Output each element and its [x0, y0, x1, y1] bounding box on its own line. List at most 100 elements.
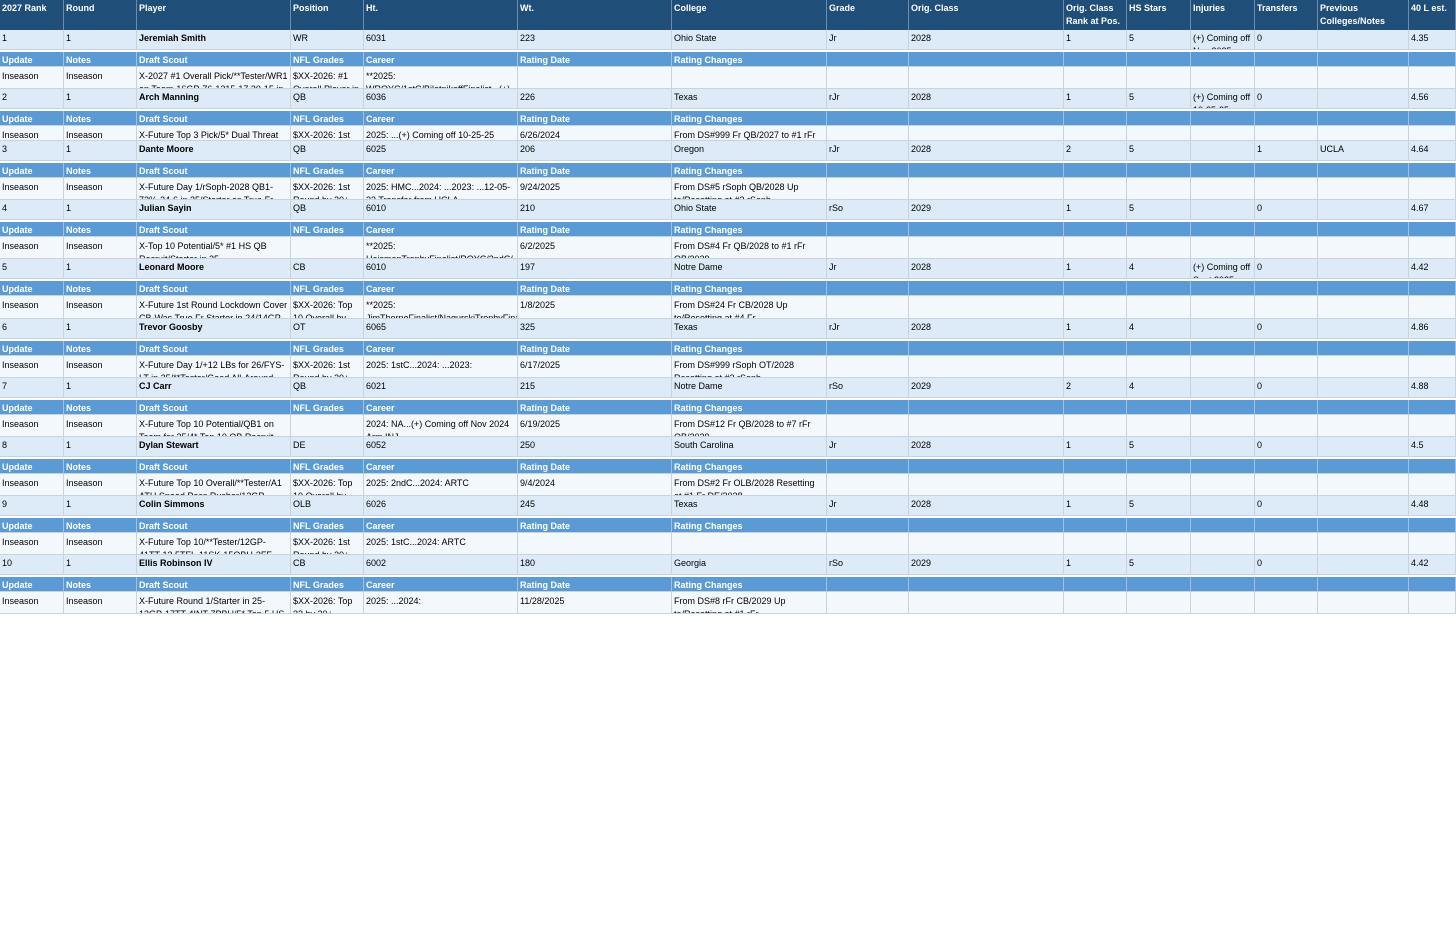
cell-empty[interactable] — [1127, 126, 1191, 141]
subheader-rating-date[interactable]: Rating Date — [518, 52, 672, 67]
cell-career[interactable]: 2025: ...2024: — [364, 592, 518, 614]
cell-transfers[interactable]: 0 — [1255, 200, 1318, 220]
header-weight[interactable]: Wt. — [518, 0, 672, 30]
cell-empty[interactable] — [827, 296, 909, 319]
subheader-empty[interactable] — [1191, 518, 1255, 533]
subheader-update[interactable]: Update — [0, 577, 64, 592]
cell-empty[interactable] — [909, 178, 1064, 200]
cell-rating-changes[interactable]: From DS#5 rSoph QB/2028 Up to/Resetting … — [672, 178, 827, 200]
subheader-career[interactable]: Career — [364, 577, 518, 592]
subheader-rating-changes[interactable]: Rating Changes — [672, 163, 827, 178]
subheader-career[interactable]: Career — [364, 111, 518, 126]
cell-height[interactable]: 6021 — [364, 378, 518, 398]
subheader-empty[interactable] — [1127, 341, 1191, 356]
cell-empty[interactable] — [1127, 533, 1191, 555]
cell-empty[interactable] — [1064, 592, 1127, 614]
subheader-rating-date[interactable]: Rating Date — [518, 281, 672, 296]
cell-rating-date[interactable]: 6/19/2025 — [518, 415, 672, 437]
subheader-empty[interactable] — [1318, 281, 1409, 296]
cell-empty[interactable] — [1255, 533, 1318, 555]
cell-orig-class[interactable]: 2028 — [909, 30, 1064, 50]
subheader-rating-changes[interactable]: Rating Changes — [672, 281, 827, 296]
cell-position[interactable]: QB — [291, 89, 364, 109]
cell-empty[interactable] — [1318, 67, 1409, 89]
subheader-rating-changes[interactable]: Rating Changes — [672, 518, 827, 533]
cell-empty[interactable] — [1191, 296, 1255, 319]
cell-empty[interactable] — [1255, 67, 1318, 89]
cell-rating-changes[interactable]: From DS#8 rFr CB/2029 Up to/Resetting at… — [672, 592, 827, 614]
cell-empty[interactable] — [1318, 296, 1409, 319]
cell-rating-date[interactable] — [518, 67, 672, 89]
subheader-empty[interactable] — [1318, 52, 1409, 67]
cell-transfers[interactable]: 0 — [1255, 89, 1318, 109]
subheader-empty[interactable] — [1127, 52, 1191, 67]
cell-weight[interactable]: 206 — [518, 141, 672, 161]
cell-injuries[interactable] — [1191, 378, 1255, 398]
cell-career[interactable]: 2024: NA...(+) Coming off Nov 2024 Arm I… — [364, 415, 518, 437]
header-transfers[interactable]: Transfers — [1255, 0, 1318, 30]
cell-career[interactable]: **2025: HeismanTrophyFinalist/ROYC/2ndC/… — [364, 237, 518, 259]
header-round[interactable]: Round — [64, 0, 137, 30]
subheader-update[interactable]: Update — [0, 111, 64, 126]
subheader-empty[interactable] — [827, 577, 909, 592]
cell-empty[interactable] — [1191, 592, 1255, 614]
cell-rating-changes[interactable]: From DS#12 Fr QB/2028 to #7 rFr QB/2029 — [672, 415, 827, 437]
cell-empty[interactable] — [1255, 126, 1318, 141]
cell-previous-colleges[interactable] — [1318, 30, 1409, 50]
cell-grade[interactable]: rSo — [827, 200, 909, 220]
subheader-update[interactable]: Update — [0, 459, 64, 474]
subheader-empty[interactable] — [1191, 400, 1255, 415]
subheader-rating-date[interactable]: Rating Date — [518, 518, 672, 533]
cell-career[interactable]: 2025: ...(+) Coming off 10-25-25 Concuss… — [364, 126, 518, 141]
cell-hs-stars[interactable]: 5 — [1127, 141, 1191, 161]
cell-injuries[interactable] — [1191, 319, 1255, 339]
cell-rank[interactable]: 8 — [0, 437, 64, 457]
cell-height[interactable]: 6026 — [364, 496, 518, 516]
cell-hs-stars[interactable]: 5 — [1127, 437, 1191, 457]
cell-previous-colleges[interactable] — [1318, 89, 1409, 109]
subheader-rating-date[interactable]: Rating Date — [518, 577, 672, 592]
cell-empty[interactable] — [1318, 237, 1409, 259]
subheader-update[interactable]: Update — [0, 341, 64, 356]
subheader-empty[interactable] — [1127, 400, 1191, 415]
cell-notes[interactable]: Inseason — [64, 237, 137, 259]
cell-nfl-grades[interactable] — [291, 415, 364, 437]
subheader-draft-scout[interactable]: Draft Scout — [137, 281, 291, 296]
cell-empty[interactable] — [1191, 415, 1255, 437]
subheader-empty[interactable] — [1318, 577, 1409, 592]
cell-height[interactable]: 6052 — [364, 437, 518, 457]
cell-transfers[interactable]: 0 — [1255, 30, 1318, 50]
subheader-empty[interactable] — [827, 341, 909, 356]
cell-class-rank[interactable]: 1 — [1064, 89, 1127, 109]
subheader-notes[interactable]: Notes — [64, 577, 137, 592]
subheader-notes[interactable]: Notes — [64, 52, 137, 67]
subheader-empty[interactable] — [909, 222, 1064, 237]
cell-nfl-grades[interactable]: $XX-2026: 1st Round by 20+ Teams/4.70 40… — [291, 178, 364, 200]
cell-empty[interactable] — [1127, 67, 1191, 89]
cell-round[interactable]: 1 — [64, 378, 137, 398]
cell-empty[interactable] — [909, 533, 1064, 555]
subheader-empty[interactable] — [1127, 111, 1191, 126]
subheader-nfl-grades[interactable]: NFL Grades — [291, 281, 364, 296]
subheader-notes[interactable]: Notes — [64, 341, 137, 356]
cell-draft-scout[interactable]: X-Future Top 10 Overall/**Tester/A1 ATH … — [137, 474, 291, 496]
cell-forty-est[interactable]: 4.86 — [1409, 319, 1456, 339]
cell-round[interactable]: 1 — [64, 555, 137, 575]
subheader-rating-changes[interactable]: Rating Changes — [672, 222, 827, 237]
cell-rank[interactable]: 5 — [0, 259, 64, 279]
subheader-rating-date[interactable]: Rating Date — [518, 222, 672, 237]
cell-round[interactable]: 1 — [64, 319, 137, 339]
cell-previous-colleges[interactable]: UCLA — [1318, 141, 1409, 161]
cell-empty[interactable] — [1318, 178, 1409, 200]
cell-rank[interactable]: 10 — [0, 555, 64, 575]
cell-nfl-grades[interactable]: $XX-2026: 1st Round by 20+ Teams/5.10 40… — [291, 356, 364, 378]
subheader-nfl-grades[interactable]: NFL Grades — [291, 111, 364, 126]
cell-class-rank[interactable]: 1 — [1064, 437, 1127, 457]
subheader-empty[interactable] — [827, 400, 909, 415]
cell-transfers[interactable]: 0 — [1255, 259, 1318, 279]
subheader-empty[interactable] — [1255, 163, 1318, 178]
cell-draft-scout[interactable]: X-Future Top 10 Potential/QB1 on Team fo… — [137, 415, 291, 437]
header-orig-class[interactable]: Orig. Class — [909, 0, 1064, 30]
header-forty-est[interactable]: 40 L est. — [1409, 0, 1456, 30]
cell-weight[interactable]: 325 — [518, 319, 672, 339]
